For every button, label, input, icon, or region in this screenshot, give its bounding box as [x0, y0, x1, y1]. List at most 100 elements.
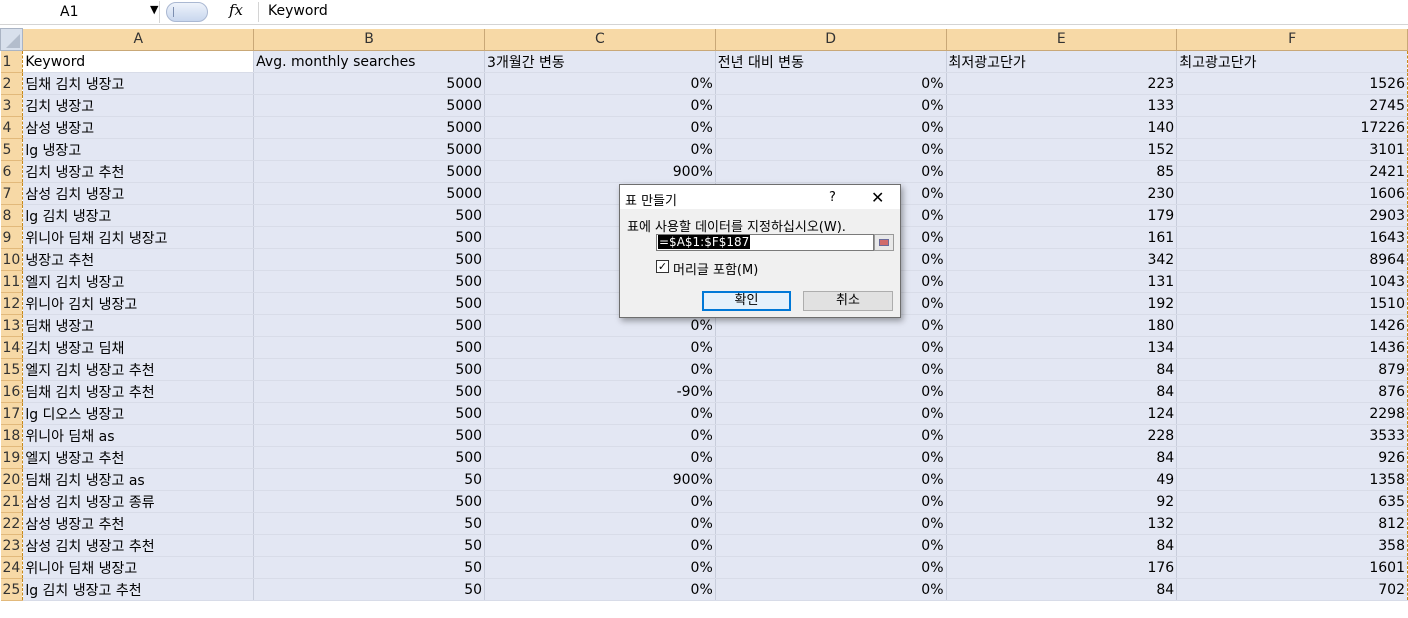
keyword-cell[interactable]: 삼성 냉장고: [22, 116, 255, 139]
searches-cell[interactable]: 500: [253, 336, 486, 359]
min-bid-cell[interactable]: 140: [946, 116, 1178, 139]
change-yoy-cell[interactable]: 0%: [715, 358, 947, 381]
row-header[interactable]: 8: [0, 204, 23, 227]
min-bid-cell[interactable]: 84: [946, 534, 1178, 557]
change-yoy-cell[interactable]: 0%: [715, 72, 947, 95]
change-yoy-cell[interactable]: 0%: [715, 468, 947, 491]
max-bid-cell[interactable]: 1601: [1176, 556, 1408, 579]
searches-cell[interactable]: 50: [253, 534, 486, 557]
row-header[interactable]: 11: [0, 270, 23, 293]
searches-cell[interactable]: 500: [253, 292, 486, 315]
searches-cell[interactable]: 500: [253, 490, 486, 513]
max-bid-cell[interactable]: 2745: [1176, 94, 1408, 117]
row-header[interactable]: 7: [0, 182, 23, 205]
column-header-c[interactable]: C: [484, 28, 716, 51]
row-header[interactable]: 23: [0, 534, 23, 557]
change-yoy-cell[interactable]: 0%: [715, 512, 947, 535]
row-header[interactable]: 9: [0, 226, 23, 249]
row-header[interactable]: 13: [0, 314, 23, 337]
change-yoy-cell[interactable]: 0%: [715, 578, 947, 601]
change-yoy-cell[interactable]: 0%: [715, 556, 947, 579]
select-all-corner[interactable]: [0, 28, 24, 51]
keyword-cell[interactable]: 딤채 냉장고: [22, 314, 255, 337]
change-yoy-cell[interactable]: 0%: [715, 336, 947, 359]
keyword-cell[interactable]: 위니아 딤채 냉장고: [22, 556, 255, 579]
keyword-cell[interactable]: lg 냉장고: [22, 138, 255, 161]
keyword-cell[interactable]: 딤채 김치 냉장고: [22, 72, 255, 95]
max-bid-cell[interactable]: 1426: [1176, 314, 1408, 337]
change-3m-cell[interactable]: 0%: [484, 446, 716, 469]
min-bid-cell[interactable]: 84: [946, 358, 1178, 381]
row-header[interactable]: 22: [0, 512, 23, 535]
change-3m-cell[interactable]: 0%: [484, 72, 716, 95]
max-bid-cell[interactable]: 926: [1176, 446, 1408, 469]
min-bid-cell[interactable]: 133: [946, 94, 1178, 117]
min-bid-cell[interactable]: 192: [946, 292, 1178, 315]
row-header[interactable]: 14: [0, 336, 23, 359]
change-3m-cell[interactable]: 900%: [484, 160, 716, 183]
searches-cell[interactable]: 5000: [253, 138, 486, 161]
max-bid-cell[interactable]: 1510: [1176, 292, 1408, 315]
min-bid-cell[interactable]: 84: [946, 578, 1178, 601]
max-bid-cell[interactable]: 1526: [1176, 72, 1408, 95]
change-3m-cell[interactable]: -90%: [484, 380, 716, 403]
searches-cell[interactable]: 50: [253, 468, 486, 491]
change-yoy-cell[interactable]: 0%: [715, 446, 947, 469]
max-bid-cell[interactable]: 1358: [1176, 468, 1408, 491]
close-icon[interactable]: ✕: [871, 188, 884, 207]
row-header[interactable]: 18: [0, 424, 23, 447]
change-yoy-cell[interactable]: 0%: [715, 160, 947, 183]
max-bid-cell[interactable]: 358: [1176, 534, 1408, 557]
row-header[interactable]: 1: [0, 50, 23, 73]
searches-cell[interactable]: 5000: [253, 160, 486, 183]
max-bid-cell[interactable]: 702: [1176, 578, 1408, 601]
row-header[interactable]: 6: [0, 160, 23, 183]
max-bid-cell[interactable]: 1606: [1176, 182, 1408, 205]
column-header-e[interactable]: E: [946, 28, 1178, 51]
searches-cell[interactable]: 5000: [253, 72, 486, 95]
max-bid-cell[interactable]: 812: [1176, 512, 1408, 535]
min-bid-cell[interactable]: 84: [946, 446, 1178, 469]
max-bid-cell[interactable]: 8964: [1176, 248, 1408, 271]
help-button[interactable]: ?: [829, 190, 836, 205]
max-bid-cell[interactable]: 2298: [1176, 402, 1408, 425]
min-bid-cell[interactable]: 223: [946, 72, 1178, 95]
change-yoy-cell[interactable]: 0%: [715, 116, 947, 139]
change-3m-cell[interactable]: 0%: [484, 358, 716, 381]
searches-cell[interactable]: 500: [253, 314, 486, 337]
keyword-cell[interactable]: 김치 냉장고: [22, 94, 255, 117]
min-bid-cell[interactable]: 179: [946, 204, 1178, 227]
row-header[interactable]: 12: [0, 292, 23, 315]
min-bid-cell[interactable]: 92: [946, 490, 1178, 513]
range-input[interactable]: =$A$1:$F$187: [656, 234, 874, 251]
max-bid-cell[interactable]: 2903: [1176, 204, 1408, 227]
min-bid-cell[interactable]: 131: [946, 270, 1178, 293]
cancel-button[interactable]: 취소: [803, 291, 893, 311]
max-bid-cell[interactable]: 2421: [1176, 160, 1408, 183]
row-header[interactable]: 19: [0, 446, 23, 469]
searches-cell[interactable]: 5000: [253, 182, 486, 205]
min-bid-cell[interactable]: 342: [946, 248, 1178, 271]
searches-cell[interactable]: 50: [253, 578, 486, 601]
searches-cell[interactable]: 50: [253, 556, 486, 579]
header-cell[interactable]: Avg. monthly searches: [253, 50, 486, 73]
change-3m-cell[interactable]: 0%: [484, 556, 716, 579]
keyword-cell[interactable]: 삼성 김치 냉장고: [22, 182, 255, 205]
keyword-cell[interactable]: 삼성 김치 냉장고 종류: [22, 490, 255, 513]
change-3m-cell[interactable]: 0%: [484, 336, 716, 359]
keyword-cell[interactable]: 엘지 김치 냉장고 추천: [22, 358, 255, 381]
searches-cell[interactable]: 500: [253, 446, 486, 469]
column-header-b[interactable]: B: [253, 28, 486, 51]
column-header-a[interactable]: A: [22, 28, 255, 51]
searches-cell[interactable]: 500: [253, 204, 486, 227]
row-header[interactable]: 20: [0, 468, 23, 491]
change-3m-cell[interactable]: 0%: [484, 424, 716, 447]
change-yoy-cell[interactable]: 0%: [715, 534, 947, 557]
insert-function-icon[interactable]: fx: [229, 1, 243, 19]
chevron-down-icon[interactable]: ▼: [150, 3, 158, 16]
has-headers-checkbox[interactable]: ✓: [656, 260, 669, 273]
ok-button[interactable]: 확인: [702, 291, 791, 311]
change-yoy-cell[interactable]: 0%: [715, 424, 947, 447]
keyword-cell[interactable]: 위니아 김치 냉장고: [22, 292, 255, 315]
searches-cell[interactable]: 500: [253, 402, 486, 425]
